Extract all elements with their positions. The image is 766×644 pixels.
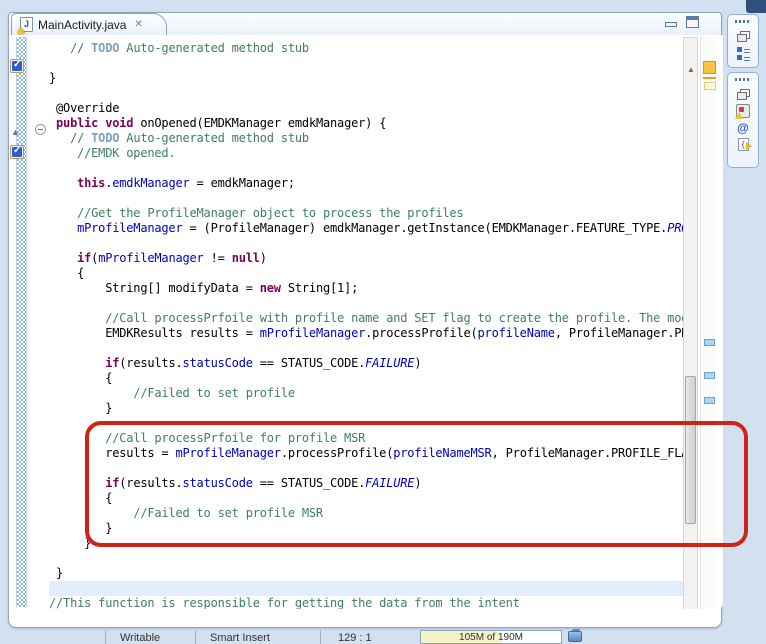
minimized-view-bar-bottom: @ {: [727, 72, 759, 168]
code-line: {: [49, 491, 683, 506]
code-line: }: [49, 401, 683, 416]
status-writable: Writable: [120, 632, 160, 644]
minimized-view-bar-top: [727, 14, 759, 68]
overview-warning-underline: [703, 77, 716, 79]
code-line: [49, 86, 683, 101]
code-line: if(results.statusCode == STATUS_CODE.FAI…: [49, 476, 683, 491]
eclipse-window: J MainActivity.java ✕ ▲ // TODO Auto-gen…: [0, 0, 766, 644]
code-line: }: [49, 521, 683, 536]
vertical-scrollbar[interactable]: ▲ ▼: [683, 37, 698, 609]
outline-icon: [736, 46, 750, 60]
code-line: @Override: [49, 101, 683, 116]
code-line: //Get the ProfileManager object to proce…: [49, 206, 683, 221]
overview-warning-marker-pale[interactable]: [704, 82, 716, 90]
status-divider: [320, 630, 321, 644]
editor-window-controls: [664, 16, 699, 28]
code-line: [49, 296, 683, 311]
window-corner-accent: [746, 0, 766, 13]
overview-ruler: [700, 37, 716, 609]
restore-view-button[interactable]: [733, 85, 753, 102]
garbage-collect-icon[interactable]: [568, 631, 582, 642]
heap-status-widget: 105M of 190M: [420, 630, 562, 644]
code-line: [49, 416, 683, 431]
code-line: //Call processPrfoile with profile name …: [49, 311, 683, 326]
code-line: }: [49, 566, 683, 581]
current-line-highlight: [49, 581, 683, 596]
code-line: if(mProfileManager != null): [49, 251, 683, 266]
editor-panel: J MainActivity.java ✕ ▲ // TODO Auto-gen…: [8, 12, 722, 628]
overview-occurrence-marker[interactable]: [704, 339, 715, 346]
code-line: EMDKResults results = mProfileManager.pr…: [49, 326, 683, 341]
scroll-up-icon[interactable]: ▲: [687, 66, 695, 74]
code-line: this.emdkManager = emdkManager;: [49, 176, 683, 191]
code-line: [49, 461, 683, 476]
code-line: //Failed to set profile: [49, 386, 683, 401]
heap-status-text: 105M of 190M: [421, 632, 561, 643]
restore-icon: [737, 31, 749, 41]
status-divider: [105, 630, 106, 644]
code-line: {: [49, 266, 683, 281]
code-editor[interactable]: // TODO Auto-generated method stub} @Ove…: [49, 41, 683, 609]
code-line: [49, 161, 683, 176]
declaration-icon: {: [738, 138, 749, 151]
outline-view-button[interactable]: [733, 44, 753, 61]
status-insert-mode: Smart Insert: [210, 632, 270, 644]
task-marker-icon[interactable]: [10, 59, 24, 73]
code-line: {: [49, 371, 683, 386]
warning-badge-icon: [17, 27, 25, 34]
code-line: // TODO Auto-generated method stub: [49, 131, 683, 146]
editor-tab-bar: J MainActivity.java ✕: [9, 13, 721, 35]
status-divider: [195, 630, 196, 644]
restore-icon: [737, 89, 749, 99]
tab-title: MainActivity.java: [38, 18, 126, 32]
code-line: // TODO Auto-generated method stub: [49, 41, 683, 56]
tab-close-icon[interactable]: ✕: [134, 19, 142, 30]
code-line: //EMDK opened.: [49, 146, 683, 161]
code-line: public void onOpened(EMDKManager emdkMan…: [49, 116, 683, 131]
drag-handle-icon[interactable]: [735, 78, 751, 81]
tab-mainactivity[interactable]: J MainActivity.java ✕: [11, 13, 167, 35]
logcat-view-button[interactable]: [733, 102, 753, 119]
editor-content: ▲ // TODO Auto-generated method stub} @O…: [9, 35, 723, 609]
drag-handle-icon[interactable]: [735, 20, 751, 23]
code-line: }: [49, 536, 683, 551]
editor-gutter: ▲: [9, 35, 49, 609]
code-line: //This function is responsible for getti…: [49, 596, 683, 609]
code-line: mProfileManager = (ProfileManager) emdkM…: [49, 221, 683, 236]
overview-occurrence-marker[interactable]: [704, 397, 715, 404]
code-line: String[] modifyData = new String[1];: [49, 281, 683, 296]
maximize-button[interactable]: [686, 16, 699, 28]
minimize-button[interactable]: [664, 16, 676, 28]
code-line: if(results.statusCode == STATUS_CODE.FAI…: [49, 356, 683, 371]
code-line: //Failed to set profile MSR: [49, 506, 683, 521]
code-line: [49, 236, 683, 251]
code-line: [49, 551, 683, 566]
fold-collapse-icon[interactable]: [35, 124, 46, 135]
code-line: [49, 341, 683, 356]
quick-diff-bar: [16, 37, 27, 607]
status-bar: Writable Smart Insert 129 : 1 105M of 19…: [0, 628, 766, 644]
code-line: results = mProfileManager.processProfile…: [49, 446, 683, 461]
task-marker-icon[interactable]: [10, 145, 24, 159]
restore-view-button[interactable]: [733, 27, 753, 44]
logcat-icon: [736, 104, 750, 118]
code-line: [49, 56, 683, 71]
code-line: [49, 191, 683, 206]
code-line: }: [49, 71, 683, 86]
overview-occurrence-marker[interactable]: [704, 372, 715, 379]
status-cursor-position: 129 : 1: [338, 632, 372, 644]
vertical-scrollbar-thumb[interactable]: [685, 376, 696, 524]
javadoc-view-button[interactable]: @: [733, 119, 753, 136]
overview-warning-marker[interactable]: [703, 61, 716, 74]
declaration-view-button[interactable]: {: [733, 136, 753, 153]
javadoc-icon: @: [737, 121, 749, 135]
code-line: //Call processPrfoile for profile MSR: [49, 431, 683, 446]
override-indicator-icon[interactable]: ▲: [11, 128, 20, 137]
java-file-icon: J: [20, 17, 33, 32]
